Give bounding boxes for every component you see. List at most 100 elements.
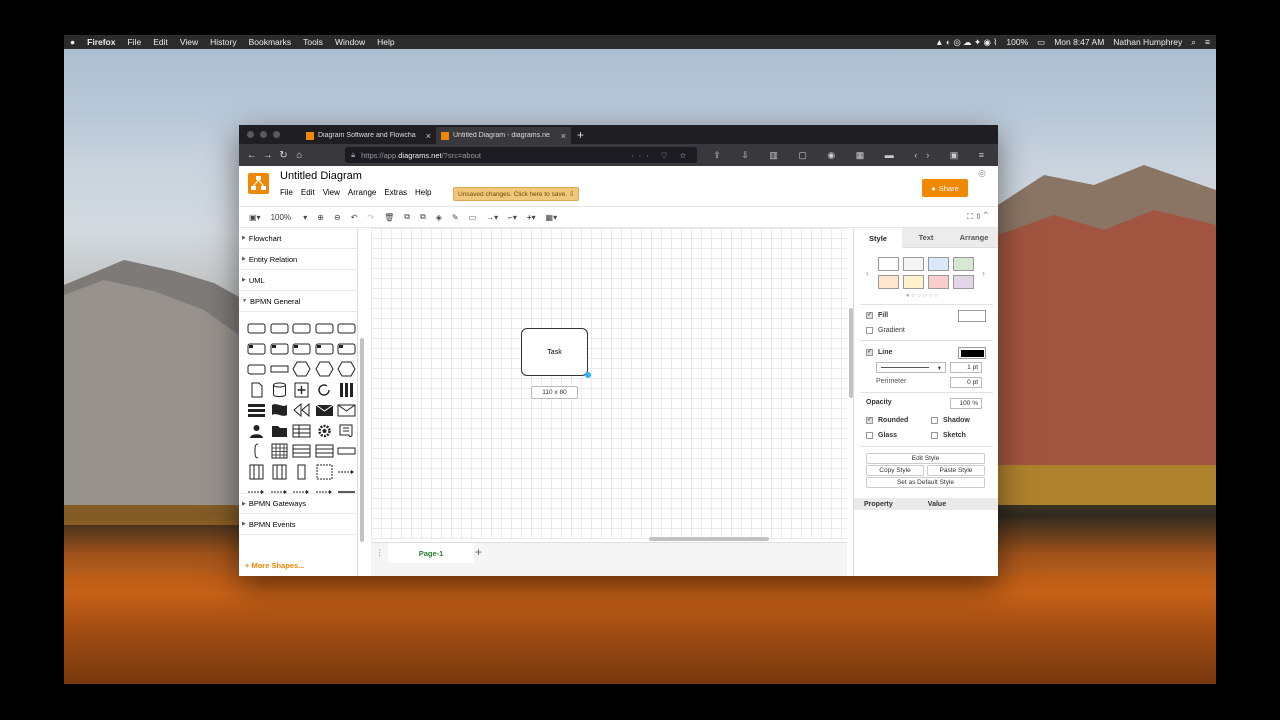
unsaved-changes-button[interactable]: Unsaved changes. Click here to save. ⇩ (453, 187, 580, 201)
paste-style-button[interactable]: Paste Style (927, 465, 985, 476)
bpmn-shape-rect-icon[interactable] (269, 318, 290, 339)
bpmn-shape-fold-icon[interactable] (269, 421, 290, 442)
perimeter-input[interactable]: 0 pt (950, 377, 982, 388)
swatch-page-dots[interactable]: ●○○○○○ (906, 293, 940, 299)
sketch-checkbox[interactable] (931, 432, 938, 439)
style-swatch[interactable] (903, 275, 924, 289)
resize-handle[interactable] (585, 372, 591, 378)
style-swatch[interactable] (953, 275, 974, 289)
home-icon[interactable]: ⌂ (291, 150, 307, 161)
bpmn-shape-rectico-icon[interactable] (246, 339, 267, 360)
bpmn-shape-rect-icon[interactable] (291, 318, 312, 339)
new-tab-button[interactable]: + (571, 127, 590, 144)
language-globe-icon[interactable]: ◎ (978, 168, 986, 179)
menu-bookmarks[interactable]: Bookmarks (249, 37, 292, 47)
chevron-left-icon[interactable]: ‹ (866, 268, 869, 278)
reload-icon[interactable]: ↻ (276, 150, 292, 161)
zoom-select[interactable]: 100% ▾ (271, 213, 308, 222)
drawio-menu-edit[interactable]: Edit (301, 188, 315, 197)
more-shapes-button[interactable]: + More Shapes... (245, 561, 304, 570)
sidebar-scrollbar[interactable] (360, 338, 364, 542)
zoom-out-icon[interactable]: ⊖ (334, 213, 341, 222)
minimize-window-button[interactable] (260, 131, 267, 138)
style-swatch[interactable] (878, 257, 899, 271)
drawio-menu-view[interactable]: View (323, 188, 340, 197)
bpmn-shape-pool-icon[interactable] (246, 462, 267, 483)
bpmn-shape-brace-icon[interactable] (246, 441, 267, 462)
bpmn-shape-rectico-icon[interactable] (269, 339, 290, 360)
bpmn-shape-table-icon[interactable] (291, 421, 312, 442)
diagram-canvas[interactable]: Task 110 x 80 (371, 228, 847, 541)
bpmn-shape-scroll-icon[interactable] (336, 421, 357, 442)
glass-checkbox[interactable] (866, 432, 873, 439)
bpmn-shape-pool-icon[interactable] (269, 462, 290, 483)
bpmn-shape-gear-icon[interactable] (314, 421, 335, 442)
toolbar-icons[interactable]: ⇪ ⇩ ▥ ▢ ◉ ▦ ▬ ‹› ▣ ≡ (713, 150, 993, 161)
task-shape[interactable]: Task (521, 328, 588, 376)
menu-help[interactable]: Help (377, 37, 394, 47)
bpmn-shape-arrow-icon[interactable] (336, 462, 357, 483)
back-icon[interactable]: ← (244, 150, 260, 161)
close-tab-icon[interactable]: × (561, 131, 566, 141)
share-button[interactable]: ● Share (922, 179, 968, 197)
property-header[interactable]: Property Value (854, 498, 998, 510)
bpmn-shape-doc-icon[interactable] (246, 380, 267, 401)
bpmn-shape-line-icon[interactable] (336, 482, 357, 503)
user-name[interactable]: Nathan Humphrey (1113, 37, 1182, 47)
bpmn-shape-lanes-icon[interactable] (291, 441, 312, 462)
page-tab[interactable]: Page-1 (388, 543, 474, 563)
bpmn-shape-plus-icon[interactable] (291, 380, 312, 401)
drawio-menu-extras[interactable]: Extras (384, 188, 407, 197)
drawio-menu-file[interactable]: File (280, 188, 293, 197)
menu-edit[interactable]: Edit (153, 37, 168, 47)
tab-style[interactable]: Style (854, 228, 902, 248)
menu-history[interactable]: History (210, 37, 236, 47)
diagram-title[interactable]: Untitled Diagram (280, 170, 362, 182)
add-page-button[interactable]: + (475, 545, 482, 559)
bpmn-shape-rectico-icon[interactable] (314, 339, 335, 360)
bpmn-shape-rectthin-icon[interactable] (291, 462, 312, 483)
section-uml[interactable]: ▶ UML (239, 270, 357, 291)
bpmn-shape-hex-icon[interactable] (291, 359, 312, 380)
bpmn-shape-user-icon[interactable] (246, 421, 267, 442)
fill-color-icon[interactable]: ◈ (436, 213, 442, 222)
spotlight-icon[interactable]: ⌕ (1191, 37, 1196, 48)
bpmn-shape-mail2-icon[interactable] (336, 400, 357, 421)
bpmn-shape-hex-icon[interactable] (314, 359, 335, 380)
battery-icon[interactable]: ▭ (1037, 37, 1045, 48)
bpmn-shape-dash-icon[interactable] (314, 462, 335, 483)
bpmn-shape-lines-icon[interactable] (246, 400, 267, 421)
tab-text[interactable]: Text (902, 228, 950, 248)
browser-tab-untitled-diagram[interactable]: Untitled Diagram - diagrams.ne × (436, 127, 571, 144)
line-color-icon[interactable]: ✎ (452, 213, 459, 222)
to-front-icon[interactable]: ⧉ (404, 212, 410, 222)
bpmn-shape-rect-icon[interactable] (314, 318, 335, 339)
style-swatch[interactable] (953, 257, 974, 271)
bpmn-shape-rect-icon[interactable] (336, 318, 357, 339)
bpmn-shape-flag-icon[interactable] (269, 400, 290, 421)
copy-style-button[interactable]: Copy Style (866, 465, 924, 476)
redo-icon[interactable]: ↷ (367, 213, 374, 222)
style-swatch[interactable] (928, 275, 949, 289)
connection-icon[interactable]: →▾ (486, 213, 498, 222)
notification-center-icon[interactable]: ≡ (1205, 37, 1210, 47)
undo-icon[interactable]: ↶ (351, 213, 358, 222)
style-swatch[interactable] (928, 257, 949, 271)
gradient-checkbox[interactable] (866, 327, 873, 334)
bpmn-shape-bars-icon[interactable] (336, 380, 357, 401)
opacity-input[interactable]: 100 % (950, 398, 982, 409)
shadow-checkbox[interactable] (931, 417, 938, 424)
bpmn-shape-rect-icon[interactable] (246, 318, 267, 339)
bpmn-shape-rectico-icon[interactable] (336, 339, 357, 360)
section-entity-relation[interactable]: ▶ Entity Relation (239, 249, 357, 270)
fill-color-button[interactable] (958, 310, 986, 322)
menu-window[interactable]: Window (335, 37, 365, 47)
style-swatch[interactable] (903, 257, 924, 271)
bpmn-shape-rect-icon[interactable] (246, 359, 267, 380)
bpmn-shape-loop-icon[interactable] (314, 380, 335, 401)
rounded-checkbox[interactable]: ✓ (866, 417, 873, 424)
tab-arrange[interactable]: Arrange (950, 228, 998, 248)
zoom-in-icon[interactable]: ⊕ (317, 213, 324, 222)
line-width-input[interactable]: 1 pt (950, 362, 982, 373)
zoom-window-button[interactable] (273, 131, 280, 138)
